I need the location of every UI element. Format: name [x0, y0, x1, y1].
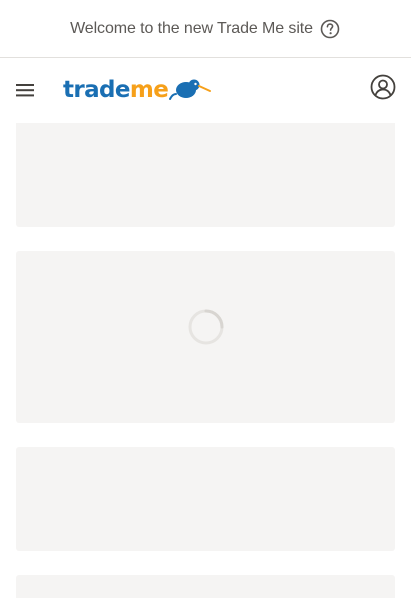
welcome-banner: Welcome to the new Trade Me site — [0, 0, 411, 58]
kiwi-bird-icon — [169, 79, 212, 100]
user-account-icon[interactable] — [369, 73, 397, 101]
placeholder-card — [16, 575, 395, 598]
placeholder-card-loading — [16, 251, 395, 423]
hamburger-menu-icon[interactable] — [12, 77, 38, 103]
loading-spinner — [188, 309, 224, 345]
site-header: trademe — [0, 59, 411, 123]
placeholder-card — [16, 447, 395, 551]
logo-wordmark: trademe — [63, 76, 169, 103]
welcome-banner-text: Welcome to the new Trade Me site — [70, 19, 313, 37]
trademe-logo[interactable]: trademe — [63, 75, 218, 105]
question-circle-icon[interactable] — [319, 18, 341, 40]
placeholder-card — [16, 123, 395, 227]
